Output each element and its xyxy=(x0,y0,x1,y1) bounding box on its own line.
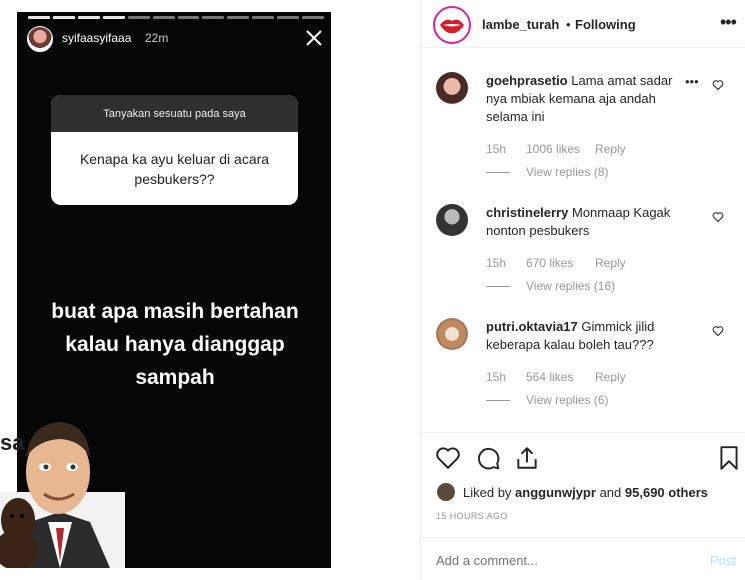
post-author-avatar[interactable] xyxy=(433,6,471,44)
comment-text-block: putri.oktavia17 Gimmick jilid keberapa k… xyxy=(486,318,681,354)
like-heart-icon[interactable] xyxy=(435,445,461,471)
bookmark-icon[interactable] xyxy=(716,445,742,471)
mr-bean-sticker xyxy=(0,422,125,568)
comment-text-block: christinelerry Monmaap Kagak nonton pesb… xyxy=(486,204,681,240)
view-replies-label: View replies (6) xyxy=(526,393,609,407)
heart-icon[interactable] xyxy=(712,79,724,91)
comment-text-block: goehprasetio Lama amat sadar nya mbiak k… xyxy=(486,72,681,126)
add-comment-input[interactable] xyxy=(436,553,686,568)
question-header: Tanyakan sesuatu pada saya xyxy=(51,95,298,132)
panel-divider xyxy=(420,0,421,580)
heart-icon[interactable] xyxy=(712,211,724,223)
instagram-post-modal: syifaasyifaaa 22m Tanyakan sesuatu pada … xyxy=(0,0,745,580)
likes-and: and xyxy=(599,484,622,500)
comment-divider xyxy=(421,537,745,538)
commenter-avatar[interactable] xyxy=(436,204,468,236)
view-replies-label: View replies (16) xyxy=(526,279,616,293)
question-text: Kenapa ka ayu keluar di acara pesbukers?… xyxy=(79,150,270,187)
comment-username[interactable]: goehprasetio xyxy=(486,73,568,88)
question-sticker: Tanyakan sesuatu pada saya Kenapa ka ayu… xyxy=(51,95,298,205)
view-replies-label: View replies (8) xyxy=(526,165,609,179)
more-horizontal-icon[interactable]: ••• xyxy=(720,12,737,33)
lips-icon xyxy=(440,19,464,34)
post-timestamp[interactable]: 15 HOURS AGO xyxy=(436,511,508,521)
comment-likes[interactable]: 564 likes xyxy=(526,370,595,384)
story-username: syifaasyifaaa xyxy=(62,31,132,45)
liker-username[interactable]: anggunwjypr xyxy=(515,485,596,500)
comment-meta: 15h 564 likes Reply xyxy=(486,370,626,384)
view-replies-button[interactable]: View replies (16) xyxy=(486,279,615,293)
story-time: 22m xyxy=(145,31,169,45)
likes-prefix: Liked by xyxy=(463,484,512,500)
post-media: syifaasyifaaa 22m Tanyakan sesuatu pada … xyxy=(0,0,420,580)
close-icon xyxy=(306,30,322,46)
actions-divider xyxy=(421,432,745,433)
comment-likes[interactable]: 670 likes xyxy=(526,256,595,270)
following-button[interactable]: Following xyxy=(575,17,636,32)
reply-button[interactable]: Reply xyxy=(595,370,626,384)
comment-more-icon[interactable]: ••• xyxy=(685,74,699,89)
comment-likes[interactable]: 1006 likes xyxy=(526,142,595,156)
comment-meta: 15h 670 likes Reply xyxy=(486,256,626,270)
comment-meta: 15h 1006 likes Reply xyxy=(486,142,626,156)
reply-button[interactable]: Reply xyxy=(595,142,626,156)
liker-avatar[interactable] xyxy=(437,483,455,501)
share-icon[interactable] xyxy=(514,445,540,471)
story-progress-bar xyxy=(28,16,325,19)
comment-time: 15h xyxy=(486,256,507,270)
comment-time: 15h xyxy=(486,142,507,156)
story-caption: buat apa masih bertahan kalau hanya dian… xyxy=(51,300,299,389)
header-separator: • xyxy=(566,17,571,32)
reply-button[interactable]: Reply xyxy=(595,256,626,270)
comment-username[interactable]: christinelerry xyxy=(486,205,568,220)
commenter-avatar[interactable] xyxy=(436,72,468,104)
likes-summary: Liked by anggunwjypr and 95,690 others xyxy=(437,483,708,501)
story-avatar xyxy=(27,26,53,52)
likes-count[interactable]: 95,690 others xyxy=(625,485,708,500)
post-author-username[interactable]: lambe_turah xyxy=(482,17,559,32)
heart-icon[interactable] xyxy=(712,325,724,337)
view-replies-button[interactable]: View replies (6) xyxy=(486,393,608,407)
post-comment-button[interactable]: Post xyxy=(710,553,736,568)
view-replies-button[interactable]: View replies (8) xyxy=(486,165,608,179)
comment-bubble-icon[interactable] xyxy=(475,445,501,471)
comment-username[interactable]: putri.oktavia17 xyxy=(486,319,578,334)
comment-time: 15h xyxy=(486,370,507,384)
commenter-avatar[interactable] xyxy=(436,318,468,350)
